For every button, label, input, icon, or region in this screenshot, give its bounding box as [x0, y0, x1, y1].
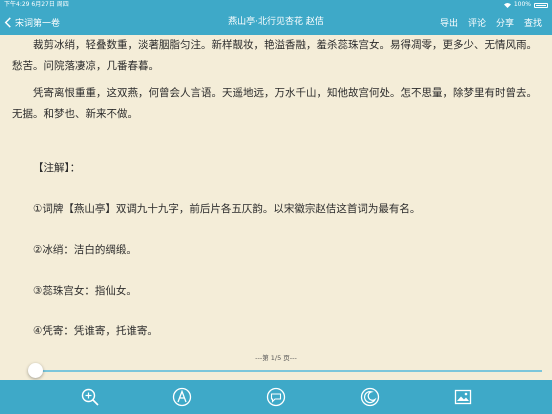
zoom-button[interactable] — [80, 387, 100, 407]
night-mode-icon — [360, 387, 380, 407]
status-date: 6月27日 周四 — [31, 1, 69, 8]
note-4: ④凭寄：凭谁寄，托谁寄。 — [33, 325, 158, 337]
page-indicator: ---第 1/5 页--- — [255, 354, 297, 362]
page-slider-thumb[interactable] — [28, 363, 43, 378]
bottom-toolbar — [0, 380, 552, 414]
status-time-date: 下午4:29 6月27日 周四 — [4, 0, 69, 10]
font-icon — [172, 387, 192, 407]
status-bar: 下午4:29 6月27日 周四 100% — [0, 0, 552, 10]
note-3: ③蕊珠宫女：指仙女。 — [33, 285, 137, 297]
font-button[interactable] — [172, 387, 192, 407]
image-icon — [454, 389, 472, 405]
wifi-icon — [503, 2, 511, 8]
nav-bar: 宋词第一卷 燕山亭·北行见杏花 赵佶 导出 评论 分享 查找 — [0, 10, 552, 35]
status-indicators: 100% — [503, 0, 548, 10]
battery-percent: 100% — [513, 1, 531, 8]
note-2: ②冰绡：洁白的绸缎。 — [33, 244, 137, 256]
notes-header: 【注解】： — [33, 162, 81, 174]
zoom-icon — [81, 388, 99, 406]
note-1: ①词牌【燕山亭】双调九十九字，前后片各五仄韵。以宋徽宗赵佶这首词为最有名。 — [33, 203, 421, 215]
comment-tab-button[interactable] — [266, 387, 286, 407]
status-time: 下午4:29 — [4, 1, 30, 8]
battery-icon — [534, 2, 548, 8]
image-button[interactable] — [453, 387, 473, 407]
find-button[interactable]: 查找 — [524, 16, 542, 29]
reading-content: 裁剪冰绡，轻叠数重，淡著胭脂匀注。新样靓妆，艳溢香融，羞杀蕊珠宫女。易得凋零，更… — [0, 35, 552, 355]
poem-paragraph-1: 裁剪冰绡，轻叠数重，淡著胭脂匀注。新样靓妆，艳溢香融，羞杀蕊珠宫女。易得凋零，更… — [12, 39, 537, 72]
comment-button[interactable]: 评论 — [468, 16, 486, 29]
comment-icon — [266, 387, 286, 407]
poem-paragraph-2: 凭寄离恨重重，这双燕，何曾会人言语。天遥地远，万水千山，知他故宫何处。怎不思量，… — [12, 87, 537, 120]
page-slider-track[interactable] — [36, 370, 542, 372]
night-mode-button[interactable] — [360, 387, 380, 407]
nav-actions: 导出 评论 分享 查找 — [440, 10, 542, 35]
share-button[interactable]: 分享 — [496, 16, 514, 29]
export-button[interactable]: 导出 — [440, 16, 458, 29]
